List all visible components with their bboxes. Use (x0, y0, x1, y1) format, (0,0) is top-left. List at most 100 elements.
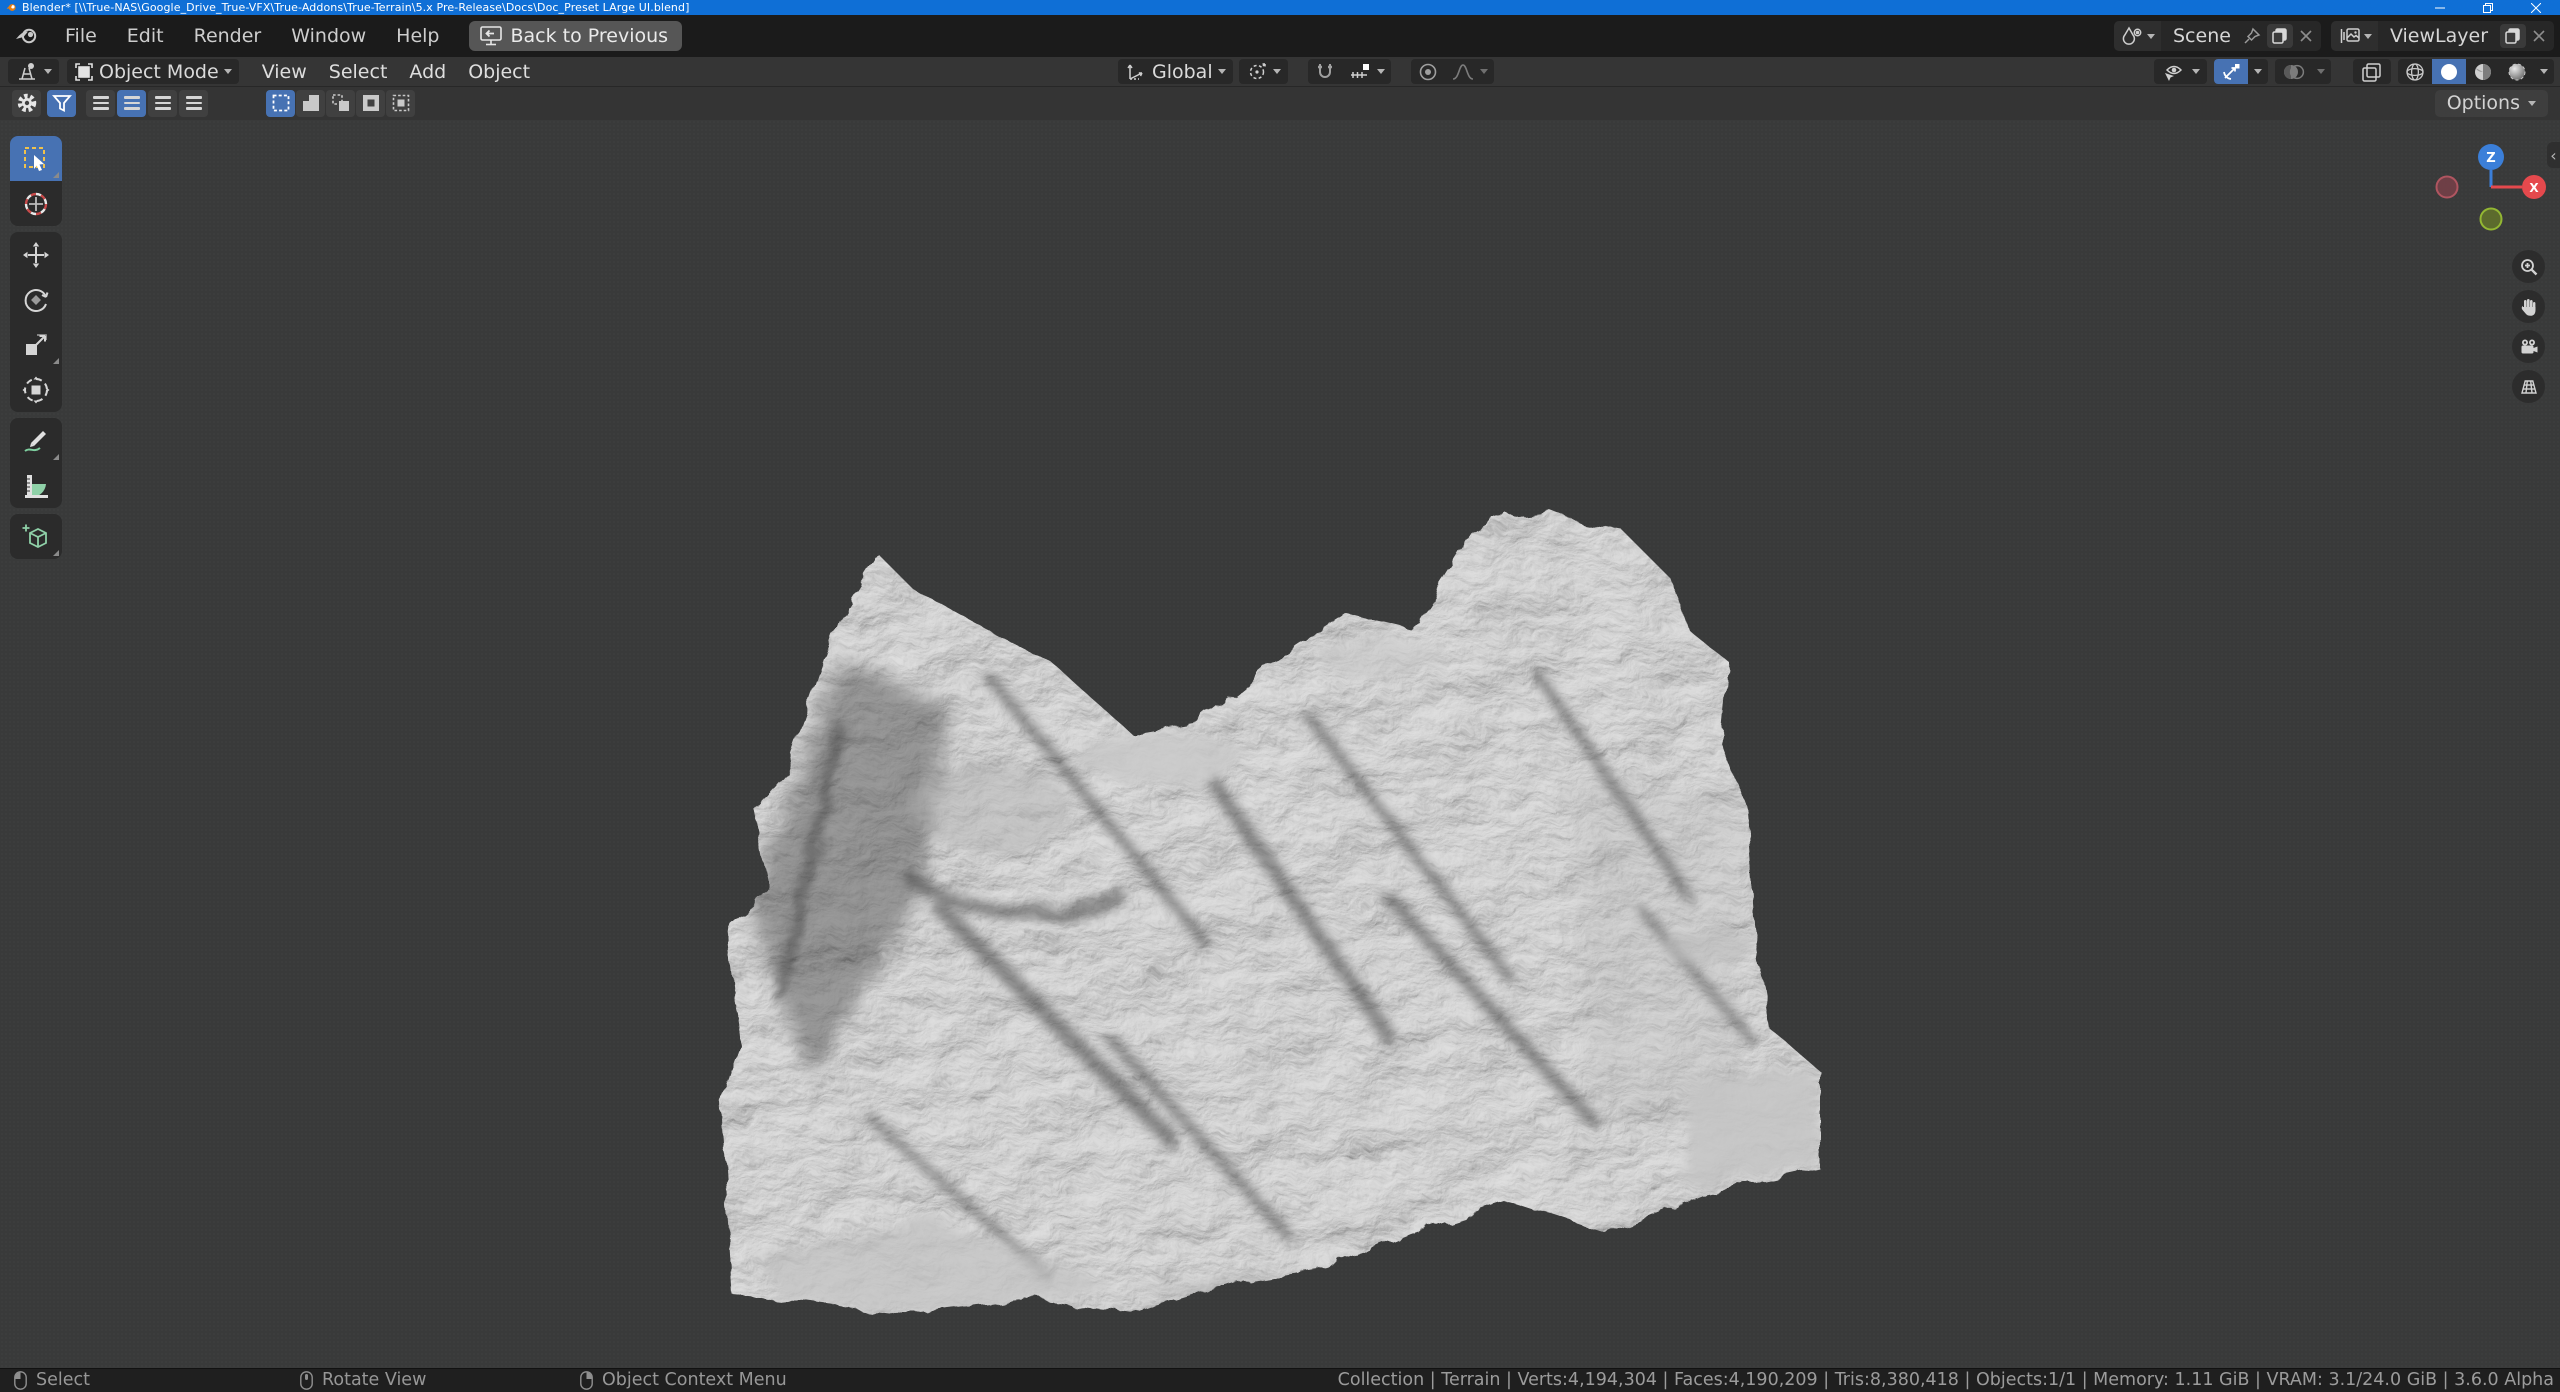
options-button[interactable]: Options (2435, 90, 2548, 117)
menu-view[interactable]: View (251, 61, 318, 83)
tool-scale[interactable] (10, 322, 62, 367)
minimize-button[interactable] (2416, 0, 2464, 15)
menu-window[interactable]: Window (276, 25, 381, 47)
wireframe-sphere-icon (2404, 61, 2426, 83)
new-scene-button[interactable] (2267, 24, 2293, 48)
view-layer-selector[interactable]: ViewLayer (2331, 21, 2554, 51)
gear-icon (16, 92, 38, 114)
overlays-toggle[interactable] (2275, 59, 2311, 84)
mode-dropdown[interactable]: Object Mode (67, 59, 239, 84)
snap-toggle[interactable] (1308, 59, 1342, 84)
tool-add-cube[interactable] (10, 514, 62, 559)
zoom-button[interactable] (2512, 250, 2545, 283)
chevron-down-icon (1273, 69, 1281, 74)
scene-selector[interactable]: Scene (2114, 21, 2321, 51)
unlink-scene-icon[interactable] (2299, 29, 2313, 43)
shading-wireframe-button[interactable] (2398, 59, 2432, 84)
hint-label: Rotate View (322, 1370, 426, 1390)
snap-settings-dropdown[interactable] (1342, 59, 1391, 84)
select-mode-extend[interactable] (296, 90, 325, 117)
camera-view-button[interactable] (2512, 330, 2545, 363)
hint-label: Select (36, 1370, 90, 1390)
select-set-icon (271, 93, 291, 113)
list-option-4[interactable] (179, 90, 208, 117)
menu-edit[interactable]: Edit (112, 25, 179, 47)
tool-annotate[interactable] (10, 418, 62, 463)
gizmo-axis-x-neg[interactable] (2437, 177, 2458, 198)
hint-rotate-view: Rotate View (300, 1368, 426, 1392)
chevron-down-icon (2540, 69, 2548, 74)
tool-measure[interactable] (10, 463, 62, 508)
tool-cursor[interactable] (10, 181, 62, 226)
overlays-dropdown[interactable] (2311, 59, 2331, 84)
menu-object[interactable]: Object (457, 61, 541, 83)
shading-dropdown[interactable] (2534, 59, 2554, 84)
terrain-mesh[interactable] (690, 478, 1850, 1348)
chevron-down-icon (2192, 69, 2200, 74)
transform-orientation-dropdown[interactable]: Global (1118, 59, 1233, 84)
tool-move[interactable] (10, 232, 62, 277)
proportional-falloff-dropdown[interactable] (1445, 59, 1494, 84)
back-to-previous-label: Back to Previous (511, 25, 669, 47)
restore-button[interactable] (2464, 0, 2512, 15)
list-option-1[interactable] (86, 90, 115, 117)
gizmos-toggle[interactable] (2214, 59, 2248, 84)
tool-select-box[interactable] (10, 136, 62, 181)
proportional-editing-toggle[interactable] (1411, 59, 1445, 84)
remove-view-layer-icon[interactable] (2532, 29, 2546, 43)
grid-perspective-icon (2519, 377, 2539, 397)
chevron-down-icon (224, 69, 232, 74)
scale-icon (21, 330, 51, 360)
menu-file[interactable]: File (50, 25, 112, 47)
close-button[interactable] (2512, 0, 2560, 15)
select-mode-subtract[interactable] (326, 90, 355, 117)
chevron-down-icon (2254, 69, 2262, 74)
shading-solid-button[interactable] (2432, 59, 2466, 84)
pin-icon[interactable] (2243, 27, 2261, 45)
gizmo-axis-y-neg[interactable] (2481, 209, 2502, 230)
gizmos-dropdown[interactable] (2248, 59, 2268, 84)
tool-rotate[interactable] (10, 277, 62, 322)
tool-settings-bar: Options (0, 86, 2560, 120)
sidebar-collapse-tab[interactable]: ‹ (2547, 142, 2560, 168)
status-bar: Select Rotate View Object Context Menu C… (0, 1368, 2560, 1392)
hint-object-context-menu: Object Context Menu (580, 1368, 787, 1392)
camera-icon (2519, 337, 2539, 357)
blender-menu-icon[interactable] (14, 26, 40, 46)
shading-rendered-button[interactable] (2500, 59, 2534, 84)
menu-add[interactable]: Add (398, 61, 457, 83)
toggle-xray-button[interactable] (2353, 59, 2391, 84)
view-layer-browse-button[interactable] (2331, 21, 2378, 51)
menu-select[interactable]: Select (318, 61, 399, 83)
tool-transform[interactable] (10, 367, 62, 412)
list-option-2[interactable] (117, 90, 146, 117)
filter-button[interactable] (47, 90, 76, 117)
pan-button[interactable] (2512, 290, 2545, 323)
editor-3d-viewport-icon (15, 61, 39, 83)
solid-sphere-icon (2438, 61, 2460, 83)
editor-type-button[interactable] (8, 59, 59, 84)
chevron-down-icon (2364, 34, 2372, 39)
select-mode-invert[interactable] (356, 90, 385, 117)
viewport-3d[interactable]: Z X (0, 120, 2560, 1368)
pivot-point-dropdown[interactable] (1239, 59, 1288, 84)
measure-icon (21, 471, 51, 501)
menu-help[interactable]: Help (381, 25, 454, 47)
pivot-point-icon (1246, 61, 1268, 83)
select-mode-intersect[interactable] (386, 90, 415, 117)
select-mode-set[interactable] (266, 90, 295, 117)
shading-material-button[interactable] (2466, 59, 2500, 84)
show-object-types-dropdown[interactable] (2154, 59, 2207, 84)
menu-render[interactable]: Render (179, 25, 277, 47)
orthographic-toggle-button[interactable] (2512, 370, 2545, 403)
screen-back-icon (479, 25, 503, 47)
scene-browse-button[interactable] (2114, 21, 2161, 51)
back-to-previous-button[interactable]: Back to Previous (469, 21, 683, 51)
window-titlebar[interactable]: Blender* [\\True-NAS\Google_Drive_True-V… (0, 0, 2560, 15)
list-option-3[interactable] (148, 90, 177, 117)
transform-icon (21, 375, 51, 405)
tool-settings-gear-button[interactable] (12, 90, 41, 117)
add-cube-icon (21, 522, 51, 552)
navigation-gizmo[interactable]: Z X (2424, 130, 2560, 242)
new-view-layer-button[interactable] (2500, 24, 2526, 48)
